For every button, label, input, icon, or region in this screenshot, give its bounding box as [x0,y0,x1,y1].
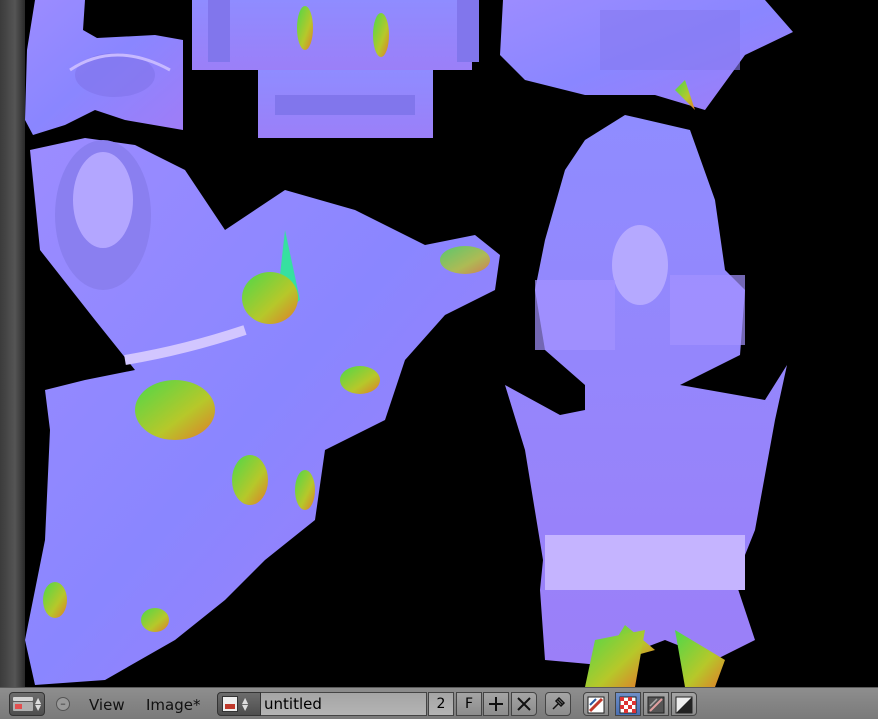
mode-checker-button[interactable] [615,692,641,716]
x-icon [517,697,531,711]
unlink-image-button[interactable] [511,692,537,716]
pin-icon [552,696,566,710]
image-editor-icon [13,697,33,711]
updown-arrows-icon: ▲ ▼ [35,696,42,712]
mode-paint-button[interactable] [583,692,609,716]
image-browse-button[interactable]: ▲ ▼ [217,692,261,716]
pin-button[interactable] [545,692,571,716]
fake-user-button[interactable]: F [456,692,482,716]
updown-arrows-icon: ▲ ▼ [242,696,249,712]
region-divider[interactable] [0,0,25,687]
checker-icon [619,696,637,714]
paint-brush-icon [587,696,605,714]
plus-icon [489,697,503,711]
mode-mask-button[interactable] [643,692,669,716]
editor-type-selector[interactable]: ▲ ▼ [9,692,45,716]
mask-icon [647,696,665,714]
mode-contrast-button[interactable] [671,692,697,716]
minus-circle-icon[interactable]: – [56,697,70,711]
image-users-count[interactable]: 2 [428,692,454,716]
new-image-button[interactable] [483,692,509,716]
image-browse-icon [222,696,238,712]
image-editor-header: ▲ ▼ – View Image* ▲ ▼ untitled 2 F [0,687,878,719]
menu-image[interactable]: Image* [146,695,200,715]
contrast-icon [675,696,693,714]
image-name-field[interactable]: untitled [261,692,427,716]
menu-view[interactable]: View [89,695,125,715]
normal-map-texture [25,0,793,687]
image-viewport[interactable] [25,0,878,687]
